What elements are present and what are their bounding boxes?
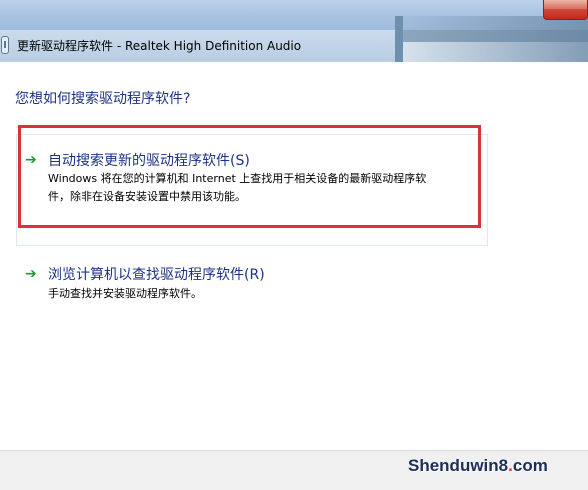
- device-icon: [1, 36, 9, 54]
- window-title: 更新驱动程序软件 - Realtek High Definition Audio: [17, 39, 302, 53]
- watermark-main: Shenduwin8: [408, 456, 509, 475]
- watermark-tail: com: [512, 456, 548, 475]
- glass-stripe: [403, 30, 588, 42]
- green-arrow-icon: ➔: [25, 266, 37, 282]
- option-browse-title[interactable]: 浏览计算机以查找驱动程序软件(R): [48, 264, 265, 284]
- background-window-glass: [395, 16, 588, 66]
- page-question: 您想如何搜索驱动程序软件?: [15, 91, 191, 107]
- wizard-content: 您想如何搜索驱动程序软件? ➔ 自动搜索更新的驱动程序软件(S) Windows…: [0, 62, 588, 450]
- close-button[interactable]: [543, 0, 588, 20]
- site-watermark: Shenduwin8.com: [408, 456, 548, 476]
- glass-edge: [395, 16, 403, 66]
- red-highlight-annotation: [18, 125, 481, 228]
- option-browse-desc: 手动查找并安装驱动程序软件。: [48, 287, 202, 300]
